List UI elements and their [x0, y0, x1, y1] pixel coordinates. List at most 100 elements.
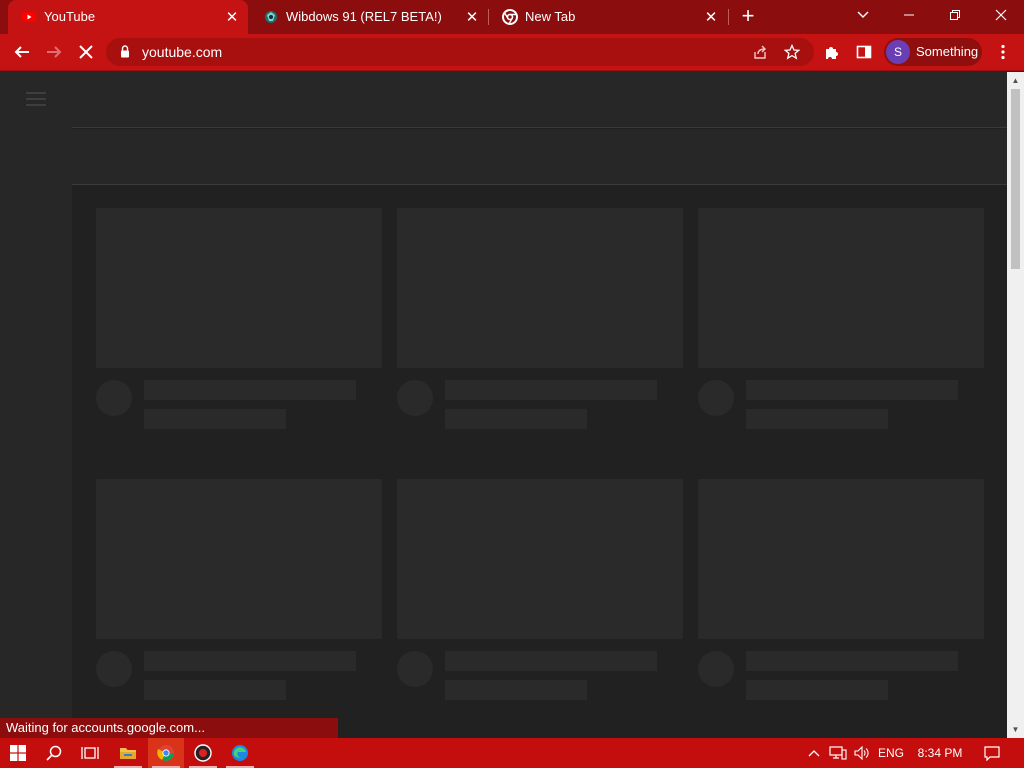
- tab-search-button[interactable]: [840, 0, 886, 30]
- close-tab-icon[interactable]: ✕: [701, 7, 721, 27]
- file-explorer-taskbar-icon[interactable]: [110, 738, 146, 768]
- forward-button[interactable]: [40, 38, 68, 66]
- scroll-up-arrow-icon[interactable]: ▲: [1007, 72, 1024, 89]
- meta-placeholder: [746, 680, 888, 700]
- title-placeholder: [445, 651, 657, 671]
- task-view-icon: [81, 747, 99, 759]
- tab-youtube[interactable]: YouTube ✕: [8, 0, 248, 34]
- meta-placeholder: [445, 409, 587, 429]
- notification-icon: [984, 745, 1000, 761]
- title-placeholder: [746, 651, 958, 671]
- channel-avatar-placeholder: [698, 380, 734, 416]
- search-icon: [46, 745, 62, 761]
- recorder-taskbar-icon[interactable]: [185, 738, 221, 768]
- folder-icon: [120, 748, 136, 759]
- input-language-indicator[interactable]: ENG: [874, 738, 908, 768]
- edge-icon: [232, 745, 248, 761]
- windows-logo-icon: [10, 745, 26, 761]
- side-panel-button[interactable]: [850, 38, 878, 66]
- chip-bar-placeholder: [72, 129, 1007, 185]
- video-card-skeleton: [698, 479, 984, 729]
- close-icon: [995, 9, 1007, 21]
- youtube-icon: [22, 12, 36, 22]
- guide-sidebar: [0, 72, 72, 738]
- channel-avatar-placeholder: [397, 651, 433, 687]
- search-button[interactable]: [36, 738, 72, 768]
- chrome-icon: [502, 9, 518, 25]
- page-scrollbar[interactable]: ▲ ▼: [1007, 72, 1024, 738]
- thumbnail-placeholder: [698, 208, 984, 368]
- title-placeholder: [445, 380, 657, 400]
- more-vert-icon: [1001, 44, 1005, 60]
- stop-loading-button[interactable]: [72, 38, 100, 66]
- new-tab-button[interactable]: +: [736, 5, 760, 29]
- meta-placeholder: [746, 409, 888, 429]
- task-view-button[interactable]: [72, 738, 108, 768]
- restore-button[interactable]: [932, 0, 978, 30]
- speaker-icon: [854, 746, 869, 760]
- side-panel-icon: [856, 45, 872, 59]
- windows-taskbar: ENG 8:34 PM: [0, 738, 1024, 768]
- minimize-icon: [904, 14, 914, 16]
- profile-button[interactable]: S Something: [884, 38, 982, 66]
- close-tab-icon[interactable]: ✕: [462, 7, 482, 27]
- meta-placeholder: [445, 680, 587, 700]
- browser-title-bar: YouTube ✕ Wibdows 91 (REL7 BETA!) ✕ New …: [0, 0, 1024, 34]
- url-text: youtube.com: [142, 44, 223, 60]
- start-button[interactable]: [0, 738, 36, 768]
- tab-new-tab[interactable]: New Tab ✕: [489, 0, 727, 34]
- title-placeholder: [144, 380, 356, 400]
- browser-menu-button[interactable]: [989, 38, 1017, 66]
- address-bar[interactable]: youtube.com: [106, 38, 814, 66]
- volume-button[interactable]: [851, 738, 873, 768]
- status-bubble: Waiting for accounts.google.com...: [0, 718, 338, 738]
- close-tab-icon[interactable]: ✕: [222, 7, 242, 27]
- windows93-icon: [265, 11, 277, 23]
- channel-avatar-placeholder: [96, 651, 132, 687]
- extensions-button[interactable]: [818, 38, 846, 66]
- arrow-right-icon: [47, 46, 62, 58]
- puzzle-icon: [826, 47, 838, 59]
- scrollbar-thumb[interactable]: [1011, 89, 1020, 269]
- minimize-button[interactable]: [886, 0, 932, 30]
- clock[interactable]: 8:34 PM: [910, 738, 970, 768]
- channel-avatar-placeholder: [96, 380, 132, 416]
- meta-placeholder: [144, 680, 286, 700]
- browser-toolbar: youtube.com S Something: [0, 34, 1024, 71]
- avatar: S: [886, 40, 910, 64]
- network-button[interactable]: [827, 738, 849, 768]
- thumbnail-placeholder: [698, 479, 984, 639]
- video-card-skeleton: [96, 208, 382, 458]
- video-card-skeleton: [698, 208, 984, 458]
- action-center-button[interactable]: [978, 738, 1006, 768]
- chrome-taskbar-icon[interactable]: [148, 738, 184, 768]
- bookmark-star-icon[interactable]: [782, 42, 802, 62]
- scroll-down-arrow-icon[interactable]: ▼: [1007, 721, 1024, 738]
- video-card-skeleton: [397, 208, 683, 458]
- chrome-icon: [157, 745, 174, 761]
- show-hidden-icons-button[interactable]: [804, 738, 824, 768]
- hamburger-menu-icon[interactable]: [26, 92, 46, 106]
- tab-wibdows[interactable]: Wibdows 91 (REL7 BETA!) ✕: [250, 0, 488, 34]
- back-button[interactable]: [8, 38, 36, 66]
- channel-avatar-placeholder: [397, 380, 433, 416]
- tab-title: Wibdows 91 (REL7 BETA!): [286, 9, 442, 24]
- share-icon[interactable]: [750, 42, 770, 62]
- channel-avatar-placeholder: [698, 651, 734, 687]
- video-grid-skeleton: [72, 186, 1007, 738]
- profile-name: Something: [916, 44, 979, 59]
- edge-taskbar-icon[interactable]: [222, 738, 258, 768]
- masthead-placeholder: [72, 72, 1007, 128]
- thumbnail-placeholder: [96, 479, 382, 639]
- thumbnail-placeholder: [397, 479, 683, 639]
- close-window-button[interactable]: [978, 0, 1024, 30]
- chevron-down-icon: [857, 11, 869, 18]
- tab-title: New Tab: [525, 9, 576, 24]
- thumbnail-placeholder: [397, 208, 683, 368]
- video-card-skeleton: [96, 479, 382, 729]
- lock-icon: [121, 45, 129, 58]
- video-card-skeleton: [397, 479, 683, 729]
- stop-icon: [79, 45, 93, 59]
- chevron-up-icon: [808, 750, 820, 757]
- tab-separator: [728, 9, 729, 25]
